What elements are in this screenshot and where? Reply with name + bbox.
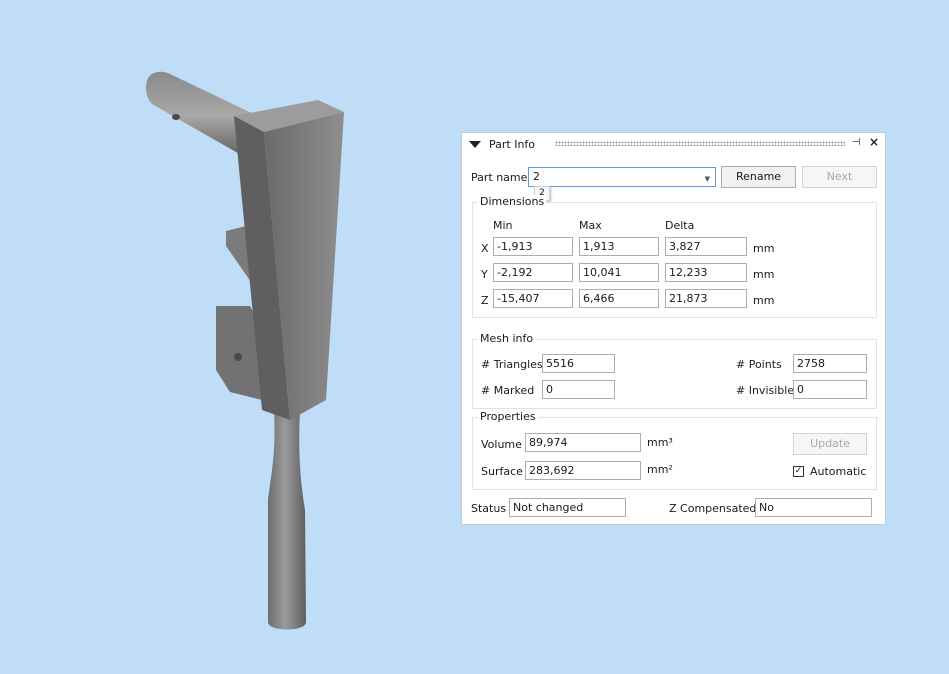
surface-field[interactable]: 283,692 (525, 461, 641, 480)
dimensions-title: Dimensions (478, 195, 547, 208)
marked-field[interactable]: 0 (542, 380, 615, 399)
volume-label: Volume (481, 438, 522, 451)
status-field[interactable]: Not changed (509, 498, 626, 517)
max-header: Max (579, 219, 602, 232)
delta-header: Delta (665, 219, 695, 232)
x-min-field[interactable]: -1,913 (493, 237, 573, 256)
automatic-label: Automatic (810, 465, 867, 478)
panel-title: Part Info (489, 138, 536, 151)
close-icon[interactable]: × (868, 135, 880, 149)
z-delta-field[interactable]: 21,873 (665, 289, 747, 308)
points-field[interactable]: 2758 (793, 354, 867, 373)
marked-label: # Marked (481, 384, 535, 397)
checkmark-icon: ✓ (794, 466, 803, 476)
axis-y-label: Y (481, 268, 488, 281)
update-button[interactable]: Update (793, 433, 867, 455)
min-header: Min (493, 219, 513, 232)
pin-icon[interactable]: ⊣ (850, 136, 862, 150)
z-min-field[interactable]: -15,407 (493, 289, 573, 308)
x-unit: mm (753, 242, 775, 255)
collapse-triangle-icon[interactable] (469, 141, 481, 148)
y-min-field[interactable]: -2,192 (493, 263, 573, 282)
automatic-checkbox[interactable]: ✓ (793, 466, 804, 477)
x-delta-field[interactable]: 3,827 (665, 237, 747, 256)
panel-titlebar[interactable]: Part Info ⊣ × (462, 133, 885, 155)
next-button[interactable]: Next (802, 166, 877, 188)
status-label: Status (471, 502, 507, 515)
z-compensated-field[interactable]: No (755, 498, 872, 517)
surface-unit: mm² (647, 463, 673, 476)
y-unit: mm (753, 268, 775, 281)
part-name-combobox[interactable]: 2 ▼ (528, 167, 716, 187)
drag-grip[interactable] (555, 141, 845, 146)
axis-z-label: Z (481, 294, 489, 307)
surface-label: Surface (481, 465, 523, 478)
invisible-label: # Invisible (736, 384, 795, 397)
volume-unit: mm³ (647, 436, 673, 449)
part-name-value: 2 (533, 170, 540, 183)
triangles-label: # Triangles (481, 358, 543, 371)
properties-title: Properties (478, 410, 538, 423)
y-max-field[interactable]: 10,041 (579, 263, 659, 282)
chevron-down-icon[interactable]: ▼ (705, 172, 710, 186)
z-unit: mm (753, 294, 775, 307)
rename-button[interactable]: Rename (721, 166, 796, 188)
volume-field[interactable]: 89,974 (525, 433, 641, 452)
points-label: # Points (736, 358, 782, 371)
axis-x-label: X (481, 242, 489, 255)
z-compensated-label: Z Compensated (669, 502, 757, 515)
y-delta-field[interactable]: 12,233 (665, 263, 747, 282)
triangles-field[interactable]: 5516 (542, 354, 615, 373)
mesh-info-title: Mesh info (478, 332, 536, 345)
part-info-panel: Part Info ⊣ × Part name 2 ▼ 2 Rename Nex… (461, 132, 886, 525)
x-max-field[interactable]: 1,913 (579, 237, 659, 256)
z-max-field[interactable]: 6,466 (579, 289, 659, 308)
invisible-field[interactable]: 0 (793, 380, 867, 399)
part-name-label: Part name (471, 171, 528, 184)
